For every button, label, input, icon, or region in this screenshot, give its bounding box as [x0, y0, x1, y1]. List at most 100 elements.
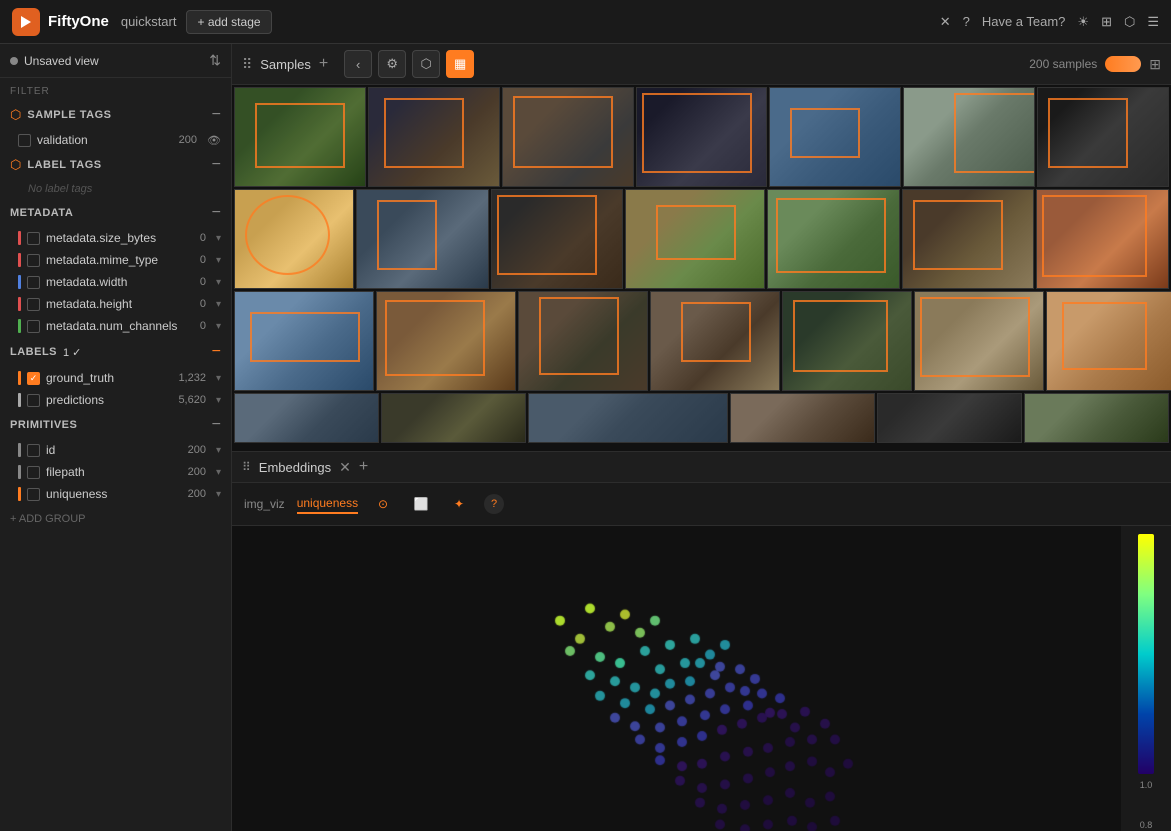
metadata-height-chevron[interactable]: ▾ — [216, 299, 221, 310]
settings-button[interactable]: ⚙ — [378, 50, 406, 78]
sun-icon[interactable]: ☀ — [1077, 14, 1089, 30]
metadata-mime-type-chevron[interactable]: ▾ — [216, 255, 221, 266]
view-button[interactable]: ▦ — [446, 50, 474, 78]
topbar-close-icon[interactable]: ✕ — [940, 14, 951, 30]
metadata-mime-type-checkbox[interactable] — [27, 254, 40, 267]
help-icon-btn[interactable]: ? — [484, 494, 504, 514]
grid-img-7[interactable] — [1037, 87, 1169, 187]
metadata-collapse-icon[interactable]: − — [212, 205, 221, 221]
grid-img-26[interactable] — [877, 393, 1022, 443]
grid-img-22[interactable] — [234, 393, 379, 443]
predictions-item[interactable]: predictions 5,620 ▾ — [0, 389, 231, 411]
grid-img-4[interactable] — [636, 87, 768, 187]
metadata-size-bytes-chevron[interactable]: ▾ — [216, 233, 221, 244]
grid-img-16[interactable] — [376, 291, 516, 391]
id-checkbox[interactable] — [27, 444, 40, 457]
metadata-width[interactable]: metadata.width 0 ▾ — [0, 271, 231, 293]
label-tags-header[interactable]: ⬡ LABEL TAGS − — [0, 151, 231, 179]
sample-toggle[interactable] — [1105, 56, 1141, 72]
github-icon[interactable]: ⬡ — [1124, 14, 1135, 30]
sample-tags-header[interactable]: ⬡ SAMPLE TAGS − — [0, 101, 231, 129]
add-stage-button[interactable]: + add stage — [186, 10, 271, 34]
label-tags-collapse-icon[interactable]: − — [212, 157, 221, 173]
add-group-button[interactable]: + ADD GROUP — [0, 505, 231, 533]
prev-button[interactable]: ‹ — [344, 50, 372, 78]
grid-img-1[interactable] — [234, 87, 366, 187]
predictions-checkbox[interactable] — [27, 394, 40, 407]
target-icon-btn[interactable]: ⊙ — [370, 491, 396, 517]
primitives-collapse-icon[interactable]: − — [212, 417, 221, 433]
metadata-num-channels[interactable]: metadata.num_channels 0 ▾ — [0, 315, 231, 337]
menu-icon[interactable]: ☰ — [1147, 14, 1159, 30]
grid-img-5[interactable] — [769, 87, 901, 187]
grid-img-6[interactable] — [903, 87, 1035, 187]
image-grid[interactable] — [232, 85, 1171, 451]
filepath-chevron[interactable]: ▾ — [216, 467, 221, 478]
uniqueness-chevron[interactable]: ▾ — [216, 489, 221, 500]
ground-truth-item[interactable]: ground_truth 1,232 ▾ — [0, 367, 231, 389]
grid-img-17[interactable] — [518, 291, 648, 391]
view-selector[interactable]: Unsaved view ⇅ — [0, 44, 231, 78]
grid-img-23[interactable] — [381, 393, 526, 443]
filepath-item[interactable]: filepath 200 ▾ — [0, 461, 231, 483]
grid-img-8[interactable] — [234, 189, 354, 289]
grid-img-14[interactable] — [1036, 189, 1169, 289]
grid-icon[interactable]: ⊞ — [1101, 14, 1112, 30]
labels-header[interactable]: LABELS 1 ✓ − — [0, 337, 231, 367]
metadata-size-bytes[interactable]: metadata.size_bytes 0 ▾ — [0, 227, 231, 249]
id-chevron[interactable]: ▾ — [216, 445, 221, 456]
ground-truth-chevron[interactable]: ▾ — [216, 373, 221, 384]
scatter-icon-btn[interactable]: ✦ — [446, 491, 472, 517]
grid-img-13[interactable] — [902, 189, 1035, 289]
grid-img-9[interactable] — [356, 189, 489, 289]
validation-eye-icon[interactable]: 👁 — [207, 134, 221, 147]
view-status-dot — [10, 57, 18, 65]
grid-img-12[interactable] — [767, 189, 900, 289]
grid-layout-icon[interactable]: ⊞ — [1149, 56, 1161, 73]
grid-img-20[interactable] — [914, 291, 1044, 391]
tab-img-viz[interactable]: img_viz — [244, 495, 285, 513]
primitives-header[interactable]: PRIMITIVES − — [0, 411, 231, 439]
topbar-help-icon[interactable]: ? — [963, 14, 970, 29]
uniqueness-checkbox[interactable] — [27, 488, 40, 501]
grid-img-25[interactable] — [730, 393, 875, 443]
sample-tags-title: SAMPLE TAGS — [27, 109, 111, 121]
grid-img-18[interactable] — [650, 291, 780, 391]
id-item[interactable]: id 200 ▾ — [0, 439, 231, 461]
samples-add-icon[interactable]: + — [319, 55, 328, 73]
tab-uniqueness[interactable]: uniqueness — [297, 494, 358, 514]
uniqueness-item[interactable]: uniqueness 200 ▾ — [0, 483, 231, 505]
metadata-header[interactable]: METADATA − — [0, 199, 231, 227]
sample-tags-collapse-icon[interactable]: − — [212, 107, 221, 123]
validation-checkbox[interactable] — [18, 134, 31, 147]
tag-button[interactable]: ⬡ — [412, 50, 440, 78]
view-arrows-icon[interactable]: ⇅ — [209, 52, 221, 69]
metadata-height[interactable]: metadata.height 0 ▾ — [0, 293, 231, 315]
metadata-height-checkbox[interactable] — [27, 298, 40, 311]
samples-controls: ‹ ⚙ ⬡ ▦ — [344, 50, 474, 78]
metadata-num-channels-checkbox[interactable] — [27, 320, 40, 333]
embeddings-close-button[interactable]: ✕ — [339, 459, 351, 476]
select-icon-btn[interactable]: ⬜ — [408, 491, 434, 517]
grid-img-10[interactable] — [491, 189, 624, 289]
metadata-width-checkbox[interactable] — [27, 276, 40, 289]
grid-img-3[interactable] — [502, 87, 634, 187]
labels-collapse-icon[interactable]: − — [212, 343, 221, 361]
grid-img-21[interactable] — [1046, 291, 1171, 391]
grid-img-27[interactable] — [1024, 393, 1169, 443]
metadata-size-bytes-checkbox[interactable] — [27, 232, 40, 245]
metadata-num-channels-chevron[interactable]: ▾ — [216, 321, 221, 332]
grid-img-19[interactable] — [782, 291, 912, 391]
metadata-width-chevron[interactable]: ▾ — [216, 277, 221, 288]
filepath-checkbox[interactable] — [27, 466, 40, 479]
embeddings-add-button[interactable]: + — [359, 458, 368, 476]
scatter-plot[interactable] — [232, 526, 1121, 831]
sample-tag-validation[interactable]: validation 200 👁 — [0, 129, 231, 151]
grid-img-2[interactable] — [368, 87, 500, 187]
ground-truth-checkbox[interactable] — [27, 372, 40, 385]
grid-img-11[interactable] — [625, 189, 765, 289]
grid-img-15[interactable] — [234, 291, 374, 391]
predictions-chevron[interactable]: ▾ — [216, 395, 221, 406]
metadata-mime-type[interactable]: metadata.mime_type 0 ▾ — [0, 249, 231, 271]
grid-img-24[interactable] — [528, 393, 728, 443]
